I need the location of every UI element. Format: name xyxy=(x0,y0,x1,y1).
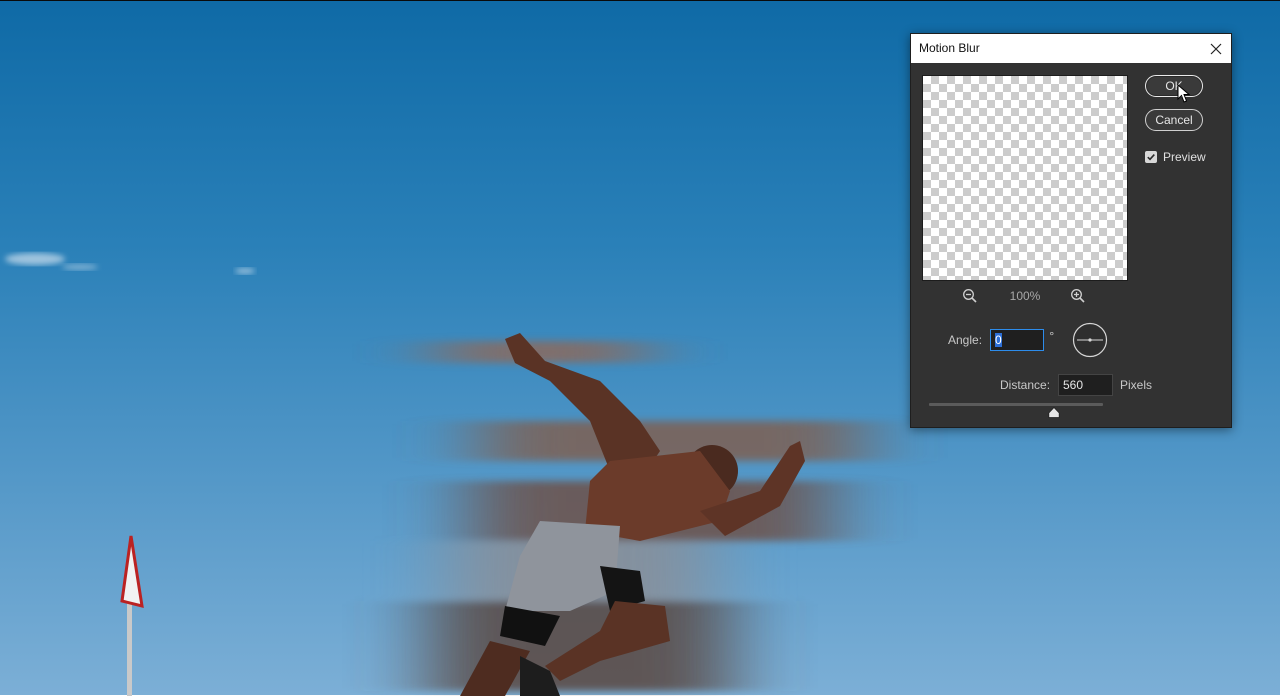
dialog-titlebar[interactable]: Motion Blur xyxy=(911,34,1231,63)
close-icon xyxy=(1210,43,1222,54)
motion-blur-dialog: Motion Blur 100% OK Cancel Preview Angle… xyxy=(910,33,1232,428)
zoom-out-icon[interactable] xyxy=(962,288,978,304)
preview-label: Preview xyxy=(1163,150,1206,164)
slider-thumb-icon[interactable] xyxy=(1048,407,1060,418)
angle-label: Angle: xyxy=(948,333,983,347)
filter-preview-area[interactable] xyxy=(922,75,1128,281)
angle-input[interactable] xyxy=(990,329,1044,351)
distance-unit: Pixels xyxy=(1120,378,1153,392)
angle-dial-icon[interactable] xyxy=(1072,322,1108,358)
zoom-level: 100% xyxy=(1009,289,1041,303)
close-button[interactable] xyxy=(1201,34,1231,63)
road-sign xyxy=(120,535,144,696)
dialog-title: Motion Blur xyxy=(919,41,980,55)
zoom-in-icon[interactable] xyxy=(1070,288,1086,304)
cancel-button[interactable]: Cancel xyxy=(1145,109,1203,131)
preview-checkbox[interactable] xyxy=(1145,151,1157,163)
distance-input[interactable] xyxy=(1058,374,1113,396)
checkmark-icon xyxy=(1147,154,1155,161)
ok-button[interactable]: OK xyxy=(1145,75,1203,97)
zoom-controls: 100% xyxy=(911,288,1141,306)
distance-slider-track[interactable] xyxy=(929,403,1103,406)
angle-unit: ° xyxy=(1049,330,1055,343)
distance-label: Distance: xyxy=(1000,378,1051,392)
preview-checkbox-row[interactable]: Preview xyxy=(1145,150,1206,164)
